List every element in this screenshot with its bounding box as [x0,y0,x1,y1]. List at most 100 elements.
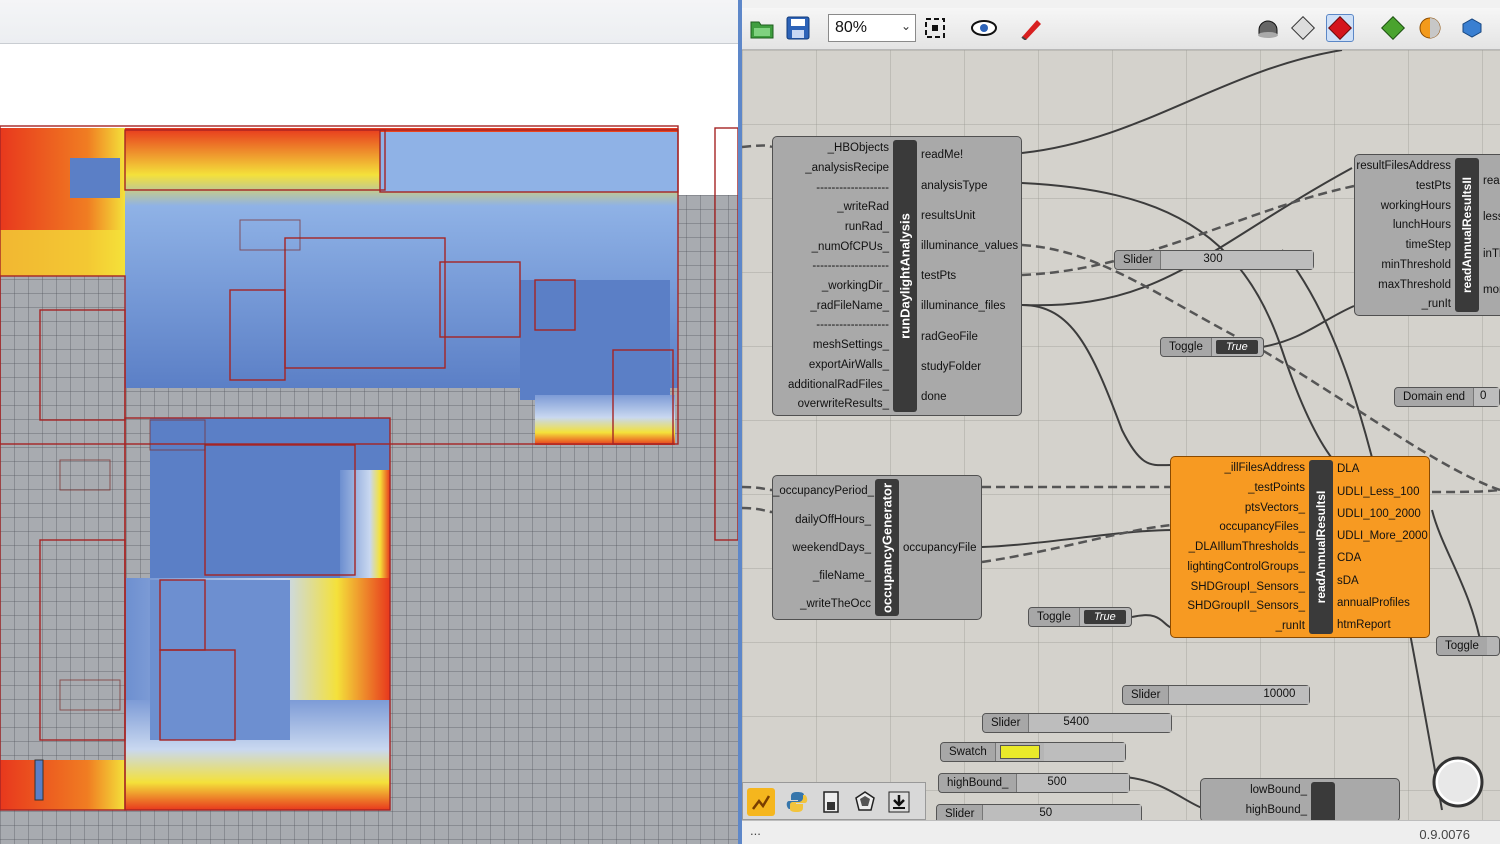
preview-shaded-icon[interactable] [1326,14,1354,42]
domain-end-slider[interactable]: Domain end 0 [1394,387,1500,407]
slider-value: 0 [1480,390,1487,402]
swatch-track [1043,743,1125,761]
grasshopper-canvas[interactable]: _HBObjects _analysisRecipe -------------… [742,50,1500,824]
slider-value: 300 [1203,253,1223,265]
output-param: annualProfiles [1337,596,1410,609]
output-param: readMe! [921,149,964,162]
sphere-shaded-icon[interactable] [1416,14,1444,42]
input-param: runRad_ [844,220,889,233]
high-bound-slider[interactable]: highBound_ 500 [938,773,1130,793]
wire [1261,305,1355,348]
input-param: maxThreshold [1378,278,1451,291]
output-param: resultsUnit [921,209,976,222]
slider-5400[interactable]: Slider 5400 [982,713,1172,733]
ladybug-icon[interactable] [747,788,775,816]
toggle[interactable]: Toggle [1436,636,1500,656]
wire [1131,614,1173,629]
slider-track[interactable]: 0 [1474,388,1499,406]
open-file-icon[interactable] [748,14,776,42]
grasshopper-toolbar: 80% ⌄ [742,0,1500,50]
canvas-navigation-dial[interactable] [1428,752,1488,812]
input-param: overwriteResults_ [797,398,889,411]
wire [1431,509,1483,651]
plugin-toolbar [742,782,926,820]
swatch[interactable]: Swatch [940,742,1126,762]
output-param: read [1483,174,1500,187]
python-icon[interactable] [783,788,811,816]
input-param: ------------------- [816,319,889,332]
wire [1021,50,1343,154]
output-param: UDLI_Less_100 [1337,485,1420,498]
input-param: _runIt [1421,298,1451,311]
rhino-viewport[interactable] [0,0,738,844]
toggle-label: Toggle [1029,608,1080,626]
preview-eye-icon[interactable] [970,14,998,42]
input-param: lunchHours [1392,219,1451,232]
input-param: occupancyFiles_ [1219,521,1305,534]
bounds-component[interactable]: lowBound_ highBound_ [1200,778,1400,823]
occupancy-generator-component[interactable]: _occupancyPeriod_ dailyOffHours_ weekend… [772,475,982,620]
read-annual-results-i-component[interactable]: _illFilesAddress _testPoints ptsVectors_… [1170,456,1430,638]
gem-icon[interactable] [851,788,879,816]
zoom-dropdown[interactable]: 80% ⌄ [828,14,916,42]
preview-wire-icon[interactable] [1254,14,1282,42]
save-icon[interactable] [784,14,812,42]
status-text: ... [750,823,761,838]
output-param: less [1483,211,1500,223]
heat-zone [0,760,125,810]
slider-10000[interactable]: Slider 10000 [1122,685,1310,705]
daylight-floor-plan [0,125,738,811]
input-param: timeStep [1405,239,1451,252]
component-title-bar [1311,782,1335,823]
component-title-bar: runDaylightAnalysis [893,140,917,412]
input-param: resultFilesAddress [1356,160,1451,173]
input-param: _workingDir_ [821,280,889,293]
input-param: highBound_ [1245,804,1307,817]
output-param: mor [1483,284,1500,296]
read-annual-results-ii-component[interactable]: resultFilesAddress testPts workingHours … [1354,154,1500,316]
room-outline [59,679,121,711]
preview-mesh-icon[interactable] [1290,14,1318,42]
slider-track[interactable]: 10000 [1169,686,1309,704]
zoom-extents-icon[interactable] [922,14,950,42]
slider-value: 5400 [1063,716,1089,728]
output-param: DLA [1337,463,1360,476]
toggle-true[interactable]: Toggle True [1160,337,1264,357]
slider-label: Domain end [1395,388,1475,406]
room-outline [39,309,126,421]
input-param: meshSettings_ [812,339,889,352]
toggle-true[interactable]: Toggle True [1028,607,1132,627]
sketch-pen-icon[interactable] [1018,14,1046,42]
heat-zone [520,280,670,400]
slider-track[interactable]: 5400 [1029,714,1171,732]
input-param: minThreshold [1381,258,1451,271]
output-param: illuminance_files [921,300,1006,313]
input-param: ptsVectors_ [1244,501,1305,514]
status-bar: ... 0.9.0076 [742,820,1500,844]
slider-label: Slider [1123,686,1170,704]
input-param: ------------------- [816,181,889,194]
input-param: workingHours [1380,199,1451,212]
globe-icon[interactable] [1458,14,1486,42]
input-param: SHDGroupI_Sensors_ [1190,580,1305,593]
input-param: _writeRad [837,201,889,214]
wire [742,485,773,492]
zoom-value: 80% [835,19,868,36]
slider-300[interactable]: Slider 300 [1114,250,1314,270]
swatch-color-box[interactable] [999,745,1040,759]
slider-track[interactable]: 300 [1161,251,1313,269]
run-daylight-analysis-component[interactable]: _HBObjects _analysisRecipe -------------… [772,136,1022,416]
component-title: readAnnualResultsII [1460,176,1474,294]
input-param: additionalRadFiles_ [787,378,889,391]
file-icon[interactable] [817,788,845,816]
slider-track[interactable]: 500 [1017,774,1129,792]
output-param: analysisType [921,179,988,192]
wire [1021,304,1173,467]
bake-icon[interactable] [1380,14,1408,42]
output-param: inTh [1483,247,1500,260]
download-icon[interactable] [885,788,913,816]
output-param: studyFolder [921,360,982,373]
room-outline [59,459,111,491]
input-param: weekendDays_ [792,541,871,554]
column-marker [34,759,44,801]
